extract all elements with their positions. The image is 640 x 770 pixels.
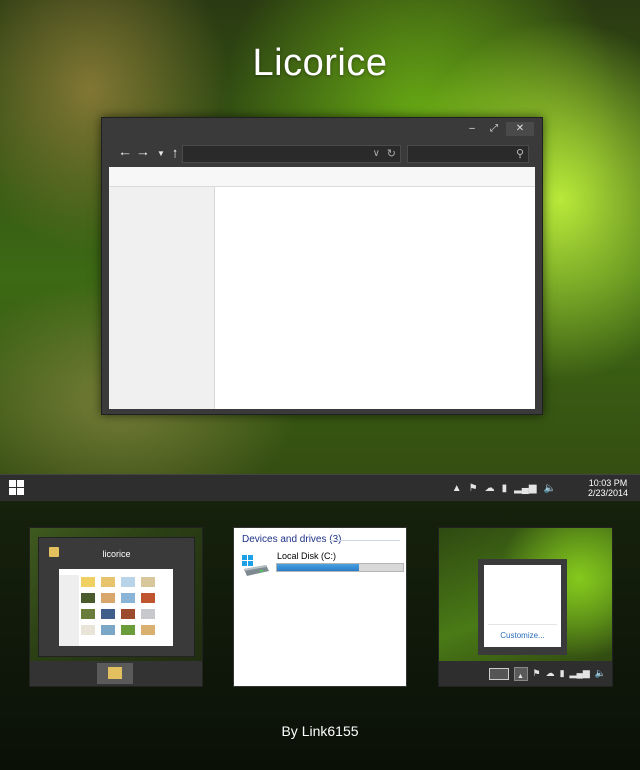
devices-heading: Devices and drives (3) bbox=[242, 534, 342, 545]
image-thumbnail[interactable] bbox=[121, 609, 135, 619]
signal-icon[interactable]: ▂▄▆ bbox=[514, 483, 536, 494]
drive-label[interactable]: Local Disk (C:) bbox=[277, 551, 336, 561]
hard-drive-icon bbox=[242, 555, 269, 576]
refresh-icon[interactable]: ↻ bbox=[387, 146, 396, 162]
taskbar-explorer-button[interactable] bbox=[97, 663, 133, 684]
cloud-icon[interactable]: ☁ bbox=[546, 668, 555, 679]
image-thumbnail[interactable] bbox=[141, 609, 155, 619]
image-thumbnail[interactable] bbox=[81, 625, 95, 635]
volume-icon[interactable]: 🔈 bbox=[544, 483, 556, 494]
theme-title: Licorice bbox=[252, 42, 388, 84]
drive-usage-bar bbox=[276, 563, 404, 572]
customize-link[interactable]: Customize... bbox=[484, 631, 561, 640]
divider bbox=[330, 540, 400, 541]
image-thumbnail[interactable] bbox=[121, 625, 135, 635]
volume-icon[interactable]: 🔈 bbox=[595, 668, 606, 679]
folder-icon bbox=[108, 667, 122, 679]
preview-content bbox=[59, 569, 173, 646]
preview-thumbnail-grid bbox=[81, 577, 155, 635]
preview-tray-icons: ▲ ⚑ ☁ ▮ ▂▄▆ 🔈 bbox=[488, 661, 606, 686]
windows-logo-icon[interactable] bbox=[9, 480, 25, 496]
navigation-pane[interactable] bbox=[109, 187, 215, 409]
image-thumbnail[interactable] bbox=[101, 625, 115, 635]
preview-nav-pane bbox=[59, 575, 79, 646]
clock-date: 2/23/2014 bbox=[587, 488, 628, 498]
close-icon[interactable]: ✕ bbox=[506, 122, 534, 136]
minimize-icon[interactable]: – bbox=[462, 122, 482, 136]
preview-window-title: licorice bbox=[102, 549, 131, 559]
image-thumbnail[interactable] bbox=[101, 609, 115, 619]
image-thumbnail[interactable] bbox=[81, 593, 95, 603]
signal-icon[interactable]: ▂▄▆ bbox=[570, 668, 590, 679]
preview-taskbar bbox=[30, 661, 202, 686]
clock[interactable]: 10:03 PM 2/23/2014 bbox=[588, 478, 628, 498]
search-input[interactable]: ⚲ bbox=[407, 145, 529, 163]
flag-icon[interactable]: ⚑ bbox=[533, 668, 541, 679]
preview-window: licorice bbox=[38, 537, 195, 657]
forward-arrow-icon[interactable]: 🠂 bbox=[135, 146, 151, 162]
content-pane[interactable] bbox=[215, 187, 535, 409]
devices-preview: Devices and drives (3) Local Disk (C:) bbox=[233, 527, 407, 687]
image-thumbnail[interactable] bbox=[101, 577, 115, 587]
caption-buttons: – ⤢ ✕ bbox=[462, 122, 534, 136]
credit-text: By Link6155 bbox=[281, 723, 359, 739]
taskbar: ▲ ⚑ ☁ ▮ ▂▄▆ 🔈 10:03 PM 2/23/2014 bbox=[0, 474, 640, 501]
ribbon bbox=[109, 167, 535, 187]
preview-taskbar: ▲ ⚑ ☁ ▮ ▂▄▆ 🔈 bbox=[439, 661, 612, 686]
explorer-window: – ⤢ ✕ 🠀 🠂 ▼ 🠁 ∨ ↻ ⚲ bbox=[101, 117, 543, 415]
image-thumbnail[interactable] bbox=[121, 577, 135, 587]
clock-time: 10:03 PM bbox=[588, 478, 628, 488]
keyboard-icon[interactable] bbox=[488, 667, 509, 680]
divider bbox=[488, 624, 557, 625]
maximize-icon[interactable]: ⤢ bbox=[484, 122, 504, 136]
popup-content: Customize... bbox=[484, 565, 561, 647]
battery-icon[interactable]: ▮ bbox=[560, 668, 565, 679]
drive-usage-fill bbox=[277, 564, 359, 571]
up-arrow-icon[interactable]: 🠁 bbox=[167, 146, 183, 162]
battery-icon[interactable]: ▮ bbox=[502, 483, 508, 494]
image-thumbnail[interactable] bbox=[141, 577, 155, 587]
back-arrow-icon[interactable]: 🠀 bbox=[117, 146, 133, 162]
explorer-preview: licorice bbox=[29, 527, 203, 687]
chevron-up-icon[interactable]: ▲ bbox=[452, 483, 462, 494]
image-thumbnail[interactable] bbox=[141, 625, 155, 635]
flag-icon[interactable]: ⚑ bbox=[469, 483, 478, 494]
cloud-icon[interactable]: ☁ bbox=[485, 483, 495, 494]
image-thumbnail[interactable] bbox=[141, 593, 155, 603]
address-bar[interactable]: ∨ ↻ bbox=[182, 145, 401, 163]
tray-preview: Customize... ▲ ⚑ ☁ ▮ ▂▄▆ 🔈 bbox=[438, 527, 613, 687]
image-thumbnail[interactable] bbox=[81, 609, 95, 619]
image-thumbnail[interactable] bbox=[81, 577, 95, 587]
search-icon[interactable]: ⚲ bbox=[516, 146, 524, 162]
notification-overflow-popup: Customize... bbox=[478, 559, 567, 655]
navigation-bar: 🠀 🠂 ▼ 🠁 ∨ ↻ ⚲ bbox=[109, 144, 535, 164]
image-thumbnail[interactable] bbox=[101, 593, 115, 603]
chevron-up-icon[interactable]: ▲ bbox=[513, 666, 528, 681]
system-tray: ▲ ⚑ ☁ ▮ ▂▄▆ 🔈 bbox=[452, 475, 556, 501]
chevron-down-icon[interactable]: ∨ bbox=[373, 146, 380, 162]
image-thumbnail[interactable] bbox=[121, 593, 135, 603]
